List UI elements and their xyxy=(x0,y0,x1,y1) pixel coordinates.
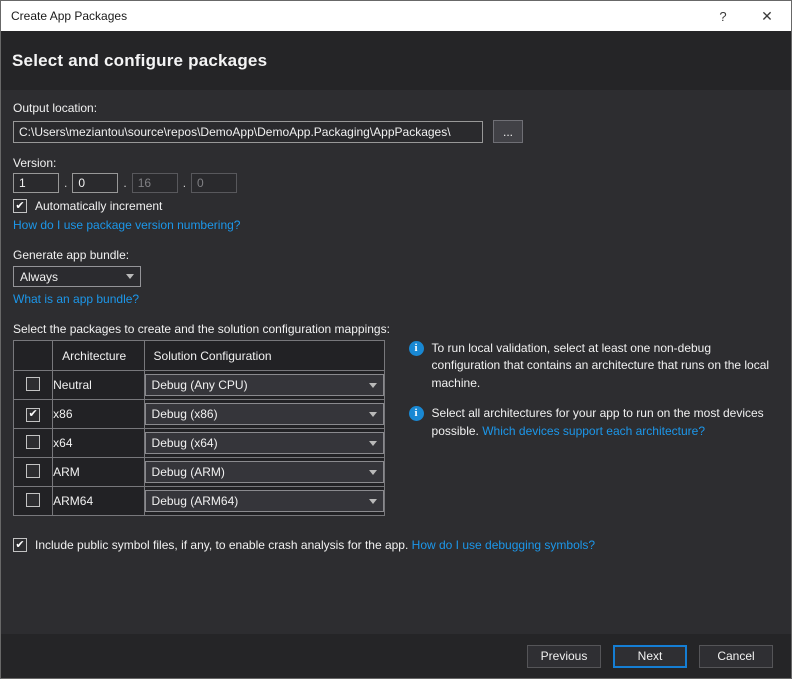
create-app-packages-dialog: Create App Packages ? ✕ Select and confi… xyxy=(0,0,792,679)
chevron-down-icon xyxy=(369,470,377,475)
bundle-dropdown[interactable]: Always xyxy=(13,266,141,287)
auto-increment-checkbox[interactable]: ✔ xyxy=(13,199,27,213)
version-minor-input[interactable] xyxy=(72,173,118,193)
header-configuration: Solution Configuration xyxy=(144,341,384,371)
note-text: To run local validation, select at least… xyxy=(432,341,770,390)
version-separator: . xyxy=(183,176,186,190)
dropdown-value: Debug (ARM64) xyxy=(152,494,363,508)
check-icon: ✔ xyxy=(15,201,24,212)
configuration-dropdown-x86[interactable]: Debug (x86) xyxy=(145,403,384,425)
info-notes: i To run local validation, select at lea… xyxy=(409,340,781,516)
close-icon[interactable]: ✕ xyxy=(745,1,789,31)
row-checkbox-arm64[interactable] xyxy=(26,493,40,507)
packages-table: Architecture Solution Configuration Neut… xyxy=(13,340,385,516)
architecture-cell: Neutral xyxy=(53,371,144,400)
check-icon: ✔ xyxy=(28,409,37,420)
row-checkbox-x86[interactable]: ✔ xyxy=(26,408,40,422)
symbols-option: ✔ Include public symbol files, if any, t… xyxy=(13,538,781,552)
dialog-body: Output location: ... Version: . . . ✔ Au… xyxy=(1,90,791,634)
debugging-symbols-link[interactable]: How do I use debugging symbols? xyxy=(412,538,595,552)
window-title: Create App Packages xyxy=(1,9,701,23)
architecture-cell: ARM xyxy=(53,458,144,487)
table-row: Neutral Debug (Any CPU) xyxy=(14,371,385,400)
configuration-dropdown-neutral[interactable]: Debug (Any CPU) xyxy=(145,374,384,396)
check-icon: ✔ xyxy=(15,540,24,551)
browse-button[interactable]: ... xyxy=(493,120,523,143)
table-row: ARM64 Debug (ARM64) xyxy=(14,487,385,516)
header-checkbox-column xyxy=(14,341,53,371)
configuration-dropdown-x64[interactable]: Debug (x64) xyxy=(145,432,384,454)
dropdown-value: Debug (x86) xyxy=(152,407,363,421)
dialog-footer: Previous Next Cancel xyxy=(1,634,791,678)
output-location-input[interactable] xyxy=(13,121,483,143)
version-separator: . xyxy=(123,176,126,190)
architecture-cell: ARM64 xyxy=(53,487,144,516)
app-bundle-link[interactable]: What is an app bundle? xyxy=(13,292,139,306)
include-symbols-label: Include public symbol files, if any, to … xyxy=(35,538,595,552)
generate-bundle-label: Generate app bundle: xyxy=(13,248,781,262)
version-major-input[interactable] xyxy=(13,173,59,193)
chevron-down-icon xyxy=(369,499,377,504)
device-architecture-link[interactable]: Which devices support each architecture? xyxy=(482,424,705,438)
row-checkbox-arm[interactable] xyxy=(26,464,40,478)
table-row: x64 Debug (x64) xyxy=(14,429,385,458)
next-button[interactable]: Next xyxy=(613,645,687,668)
note-architectures: i Select all architectures for your app … xyxy=(409,405,781,440)
version-label: Version: xyxy=(13,156,781,170)
note-local-validation: i To run local validation, select at lea… xyxy=(409,340,781,392)
chevron-down-icon xyxy=(369,441,377,446)
chevron-down-icon xyxy=(369,412,377,417)
info-icon: i xyxy=(409,406,424,421)
dropdown-value: Debug (Any CPU) xyxy=(152,378,363,392)
info-icon: i xyxy=(409,341,424,356)
include-symbols-checkbox[interactable]: ✔ xyxy=(13,538,27,552)
architecture-cell: x86 xyxy=(53,400,144,429)
row-checkbox-neutral[interactable] xyxy=(26,377,40,391)
cancel-button[interactable]: Cancel xyxy=(699,645,773,668)
dropdown-value: Debug (x64) xyxy=(152,436,363,450)
packages-section-label: Select the packages to create and the so… xyxy=(13,322,781,336)
dropdown-value: Debug (ARM) xyxy=(152,465,363,479)
version-numbering-link[interactable]: How do I use package version numbering? xyxy=(13,218,240,232)
header-architecture: Architecture xyxy=(53,341,144,371)
architecture-cell: x64 xyxy=(53,429,144,458)
table-row: ✔ x86 Debug (x86) xyxy=(14,400,385,429)
dialog-header: Select and configure packages xyxy=(1,31,791,90)
configuration-dropdown-arm[interactable]: Debug (ARM) xyxy=(145,461,384,483)
chevron-down-icon xyxy=(369,383,377,388)
version-build-input xyxy=(132,173,178,193)
help-icon[interactable]: ? xyxy=(701,1,745,31)
version-separator: . xyxy=(64,176,67,190)
output-location-label: Output location: xyxy=(13,101,781,115)
version-revision-input xyxy=(191,173,237,193)
symbols-text: Include public symbol files, if any, to … xyxy=(35,538,412,552)
chevron-down-icon xyxy=(126,274,134,279)
bundle-dropdown-value: Always xyxy=(20,270,120,284)
previous-button[interactable]: Previous xyxy=(527,645,601,668)
row-checkbox-x64[interactable] xyxy=(26,435,40,449)
table-row: ARM Debug (ARM) xyxy=(14,458,385,487)
table-header-row: Architecture Solution Configuration xyxy=(14,341,385,371)
titlebar: Create App Packages ? ✕ xyxy=(1,1,791,31)
configuration-dropdown-arm64[interactable]: Debug (ARM64) xyxy=(145,490,384,512)
auto-increment-label: Automatically increment xyxy=(35,199,162,213)
page-title: Select and configure packages xyxy=(1,51,267,71)
